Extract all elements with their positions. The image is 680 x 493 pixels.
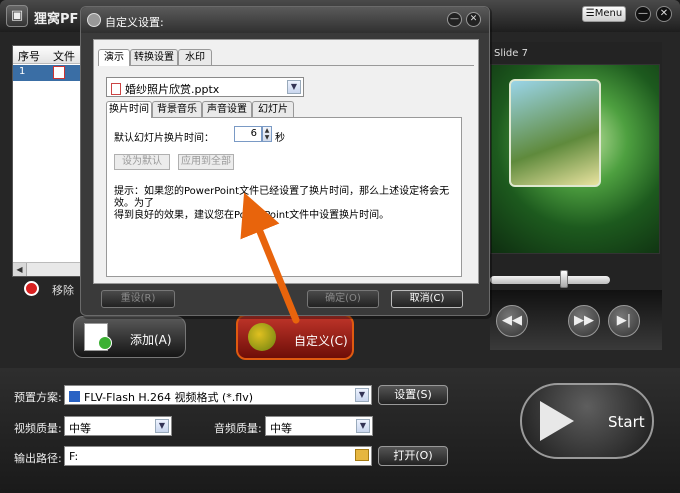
add-file-icon [84,323,112,351]
row-number: 1 [19,66,26,77]
dialog-body: 演示 转换设置 水印 婚纱照片欣赏.pptx ▼ 换片时间 背景音乐 声音设置 幻… [93,39,479,284]
apply-all-button[interactable]: 应用到全部 [178,154,234,170]
menu-label: Menu [594,8,623,19]
tab-slide-timing[interactable]: 换片时间 [106,101,152,118]
customize-button[interactable]: 自定义(C) [236,314,354,360]
settings-button[interactable]: 设置(S) [378,385,448,405]
audio-quality-value: 中等 [270,422,292,435]
output-path-label: 输出路径: [14,452,62,465]
video-format-icon [69,391,80,402]
tab-conversion-settings[interactable]: 转换设置 [130,49,178,65]
customize-button-label: 自定义(C) [294,334,348,348]
app-title: 狸窝PF [34,12,79,27]
dropdown-arrow-icon[interactable]: ▼ [355,388,369,402]
video-quality-value: 中等 [69,422,91,435]
dialog-title-bar[interactable]: 自定义设置: — ✕ [81,7,489,33]
dropdown-arrow-icon[interactable]: ▼ [155,419,169,433]
progress-slider-handle[interactable] [560,270,568,288]
tabs-divider [98,65,474,66]
add-button-label: 添加(A) [130,333,172,347]
pptx-file-value: 婚纱照片欣赏.pptx [125,83,220,96]
audio-quality-select[interactable]: 中等 ▼ [265,416,373,436]
preview-panel: Slide 7 ◀◀ ▶▶ ▶| [490,42,662,350]
remove-icon[interactable] [24,281,39,296]
app-window: ▣ 狸窝PF ☰Menu — ✕ 序号 文件 1 ◀ 移除 Slide 7 ◀◀… [0,0,680,493]
hint-text: 提示：如果您的PowerPoint文件已经设置了换片时间，那么上述设定将会无效。… [114,186,460,222]
close-button[interactable]: ✕ [656,6,672,22]
interval-spinner[interactable]: ▲ ▼ [262,126,272,142]
last-slide-icon[interactable]: ▶| [608,305,640,337]
slide-preview-image [490,64,660,254]
interval-input[interactable]: 6 [234,126,262,142]
slide-label: Slide 7 [494,48,528,59]
preset-value: FLV-Flash H.264 视频格式 (*.flv) [84,391,254,404]
pptx-file-icon [53,66,65,79]
tab-background-music[interactable]: 背景音乐 [152,101,202,117]
customize-dialog: 自定义设置: — ✕ 演示 转换设置 水印 婚纱照片欣赏.pptx ▼ 换片时间 … [80,6,490,316]
output-path-value: F: [69,450,79,463]
scroll-left-icon[interactable]: ◀ [13,263,27,276]
spin-down-icon[interactable]: ▼ [263,134,271,141]
hint-line-1: 提示：如果您的PowerPoint文件已经设置了换片时间，那么上述设定将会无效。… [114,186,450,209]
menu-icon: ☰ [585,8,595,19]
video-quality-label: 视频质量: [14,422,62,435]
add-button[interactable]: 添加(A) [73,316,186,358]
menu-button[interactable]: ☰Menu [582,6,626,22]
seconds-label: 秒 [275,133,285,144]
tools-icon [248,323,276,351]
tab-slides[interactable]: 幻灯片 [252,101,294,117]
progress-bar[interactable] [490,276,610,284]
previous-slide-icon[interactable]: ◀◀ [496,305,528,337]
start-button[interactable]: Start [520,383,654,459]
app-logo-icon: ▣ [6,5,28,27]
set-default-button[interactable]: 设为默认 [114,154,170,170]
dropdown-arrow-icon[interactable]: ▼ [356,419,370,433]
reset-button[interactable]: 重设(R) [101,290,175,308]
preset-select[interactable]: FLV-Flash H.264 视频格式 (*.flv) ▼ [64,385,372,405]
pptx-file-icon [111,83,121,95]
interval-label: 默认幻灯片换片时间： [114,133,214,144]
wedding-photo [509,79,601,187]
ok-button[interactable]: 确定(O) [307,290,379,308]
start-label: Start [608,413,645,431]
column-header-number[interactable]: 序号 [18,48,40,64]
output-path-input[interactable]: F: [64,446,372,466]
dropdown-arrow-icon[interactable]: ▼ [287,80,301,94]
dialog-title: 自定义设置: [105,16,164,29]
dialog-minimize-button[interactable]: — [447,12,462,27]
dialog-close-button[interactable]: ✕ [466,12,481,27]
start-arrow-icon [540,401,574,441]
audio-quality-label: 音频质量: [214,422,262,435]
pptx-file-select[interactable]: 婚纱照片欣赏.pptx ▼ [106,77,304,97]
folder-icon[interactable] [355,449,369,461]
hint-line-2: 得到良好的效果，建议您在PowerPoint文件中设置换片时间。 [114,210,390,221]
remove-label[interactable]: 移除 [52,282,74,298]
settings-icon [87,13,101,27]
spin-up-icon[interactable]: ▲ [263,127,271,134]
cancel-button[interactable]: 取消(C) [391,290,463,308]
open-button[interactable]: 打开(O) [378,446,448,466]
next-slide-icon[interactable]: ▶▶ [568,305,600,337]
tab-sound-settings[interactable]: 声音设置 [202,101,252,117]
preset-label: 预置方案: [14,391,62,404]
minimize-button[interactable]: — [635,6,651,22]
tab-watermark[interactable]: 水印 [178,49,212,65]
video-quality-select[interactable]: 中等 ▼ [64,416,172,436]
tab-presentation[interactable]: 演示 [98,49,130,66]
column-header-file[interactable]: 文件 [53,48,75,64]
